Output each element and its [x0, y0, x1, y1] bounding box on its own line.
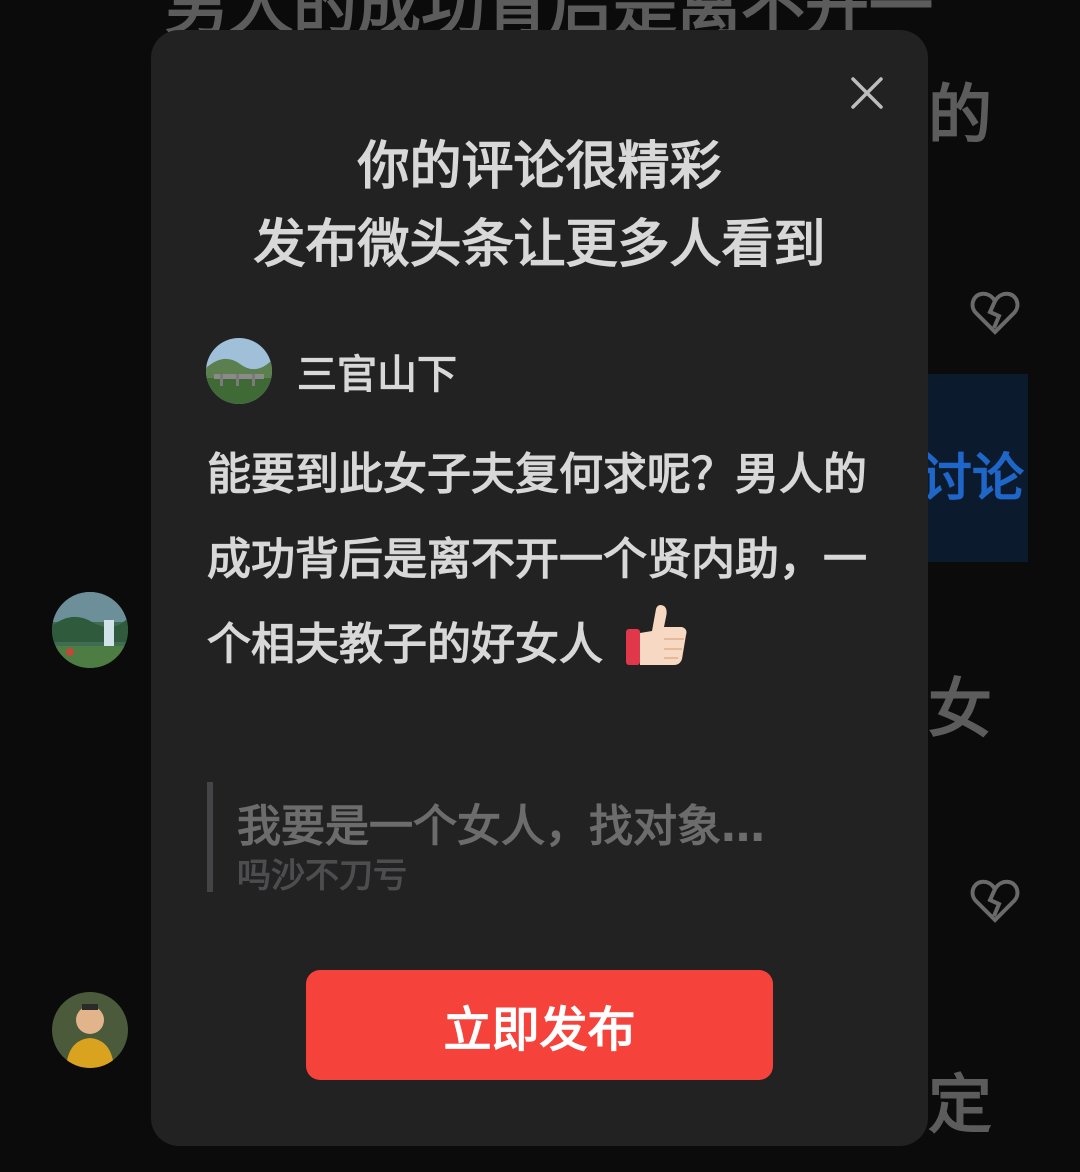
comment-body: 能要到此女子夫复何求呢？男人的成功背后是离不开一个贤内助，一个相夫教子的好女人 — [207, 432, 867, 687]
dislike-heart-icon[interactable] — [970, 878, 1020, 924]
modal-title-line2: 发布微头条让更多人看到 — [253, 215, 826, 275]
bg-avatar[interactable] — [52, 992, 128, 1068]
bg-discussion-link[interactable]: 讨论 — [920, 436, 1024, 511]
modal-title-line1: 你的评论很精彩 — [357, 137, 722, 197]
publish-now-button[interactable]: 立即发布 — [306, 970, 773, 1080]
close-icon[interactable] — [844, 70, 890, 116]
bg-comment-line-tail: 的 — [928, 79, 992, 153]
quoted-comment-text: 我要是一个女人，找对象… — [237, 801, 765, 852]
quoted-comment: 我要是一个女人，找对象… 吗沙不刀亏 — [207, 782, 873, 896]
bg-comment-char-ding: 定 — [928, 1069, 992, 1143]
comment-text: 能要到此女子夫复何求呢？男人的成功背后是离不开一个贤内助，一个相夫教子的好女人 — [207, 449, 867, 670]
bg-comment-char-nv: 女 — [928, 673, 992, 747]
comment-author-row: 三官山下 — [206, 338, 457, 404]
publish-modal: 你的评论很精彩 发布微头条让更多人看到 三官山下 能要到此女子夫复何求呢？男人的… — [151, 30, 928, 1146]
user-name: 三官山下 — [297, 352, 457, 398]
thumbs-up-icon — [626, 605, 687, 665]
quoted-comment-author: 吗沙不刀亏 — [237, 856, 407, 896]
modal-title: 你的评论很精彩 发布微头条让更多人看到 — [151, 128, 928, 284]
user-avatar — [206, 338, 272, 404]
bg-avatar[interactable] — [52, 592, 128, 668]
dislike-heart-icon[interactable] — [970, 290, 1020, 336]
